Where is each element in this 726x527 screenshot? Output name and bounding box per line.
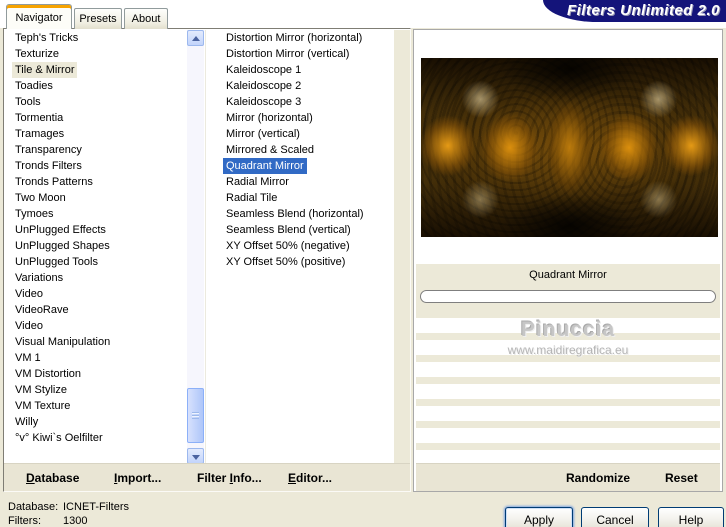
- navigator-panel: Teph's Tricks Texturize Tile & Mirror Toadi…: [3, 28, 411, 492]
- tab-about[interactable]: About: [124, 8, 168, 29]
- list-item[interactable]: Distortion Mirror (vertical): [206, 46, 394, 62]
- list-item[interactable]: Video: [5, 286, 186, 302]
- panel-gap: [394, 30, 410, 464]
- help-button[interactable]: Help: [658, 507, 724, 527]
- scroll-up-button[interactable]: [187, 30, 204, 46]
- list-item[interactable]: Kaleidoscope 3: [206, 94, 394, 110]
- app-title: Filters Unlimited 2.0: [566, 2, 720, 19]
- list-item[interactable]: Video: [5, 318, 186, 334]
- apply-button[interactable]: Apply: [505, 507, 573, 527]
- category-list[interactable]: Teph's Tricks Texturize Tile & Mirror Toadi…: [5, 30, 186, 446]
- tab-presets-label: Presets: [79, 13, 117, 25]
- list-item[interactable]: UnPlugged Tools: [5, 254, 186, 270]
- list-item[interactable]: Mirror (vertical): [206, 126, 394, 142]
- list-item[interactable]: Teph's Tricks: [5, 30, 186, 46]
- list-item[interactable]: Tronds Patterns: [5, 174, 186, 190]
- cancel-button[interactable]: Cancel: [581, 507, 649, 527]
- list-item[interactable]: Tormentia: [5, 110, 186, 126]
- status-filters: Filters: 1300: [8, 515, 87, 527]
- list-item[interactable]: XY Offset 50% (positive): [206, 254, 394, 270]
- list-item[interactable]: Willy: [5, 414, 186, 430]
- tab-about-label: About: [131, 13, 161, 25]
- list-item[interactable]: Seamless Blend (horizontal): [206, 206, 394, 222]
- preview-image: [421, 58, 718, 237]
- app-banner: Filters Unlimited 2.0: [543, 0, 726, 22]
- list-item[interactable]: Radial Tile: [206, 190, 394, 206]
- list-item[interactable]: Mirror (horizontal): [206, 110, 394, 126]
- list-item[interactable]: Quadrant Mirror: [206, 158, 394, 174]
- list-item[interactable]: Transparency: [5, 142, 186, 158]
- list-item[interactable]: VM Distortion: [5, 366, 186, 382]
- randomize-button[interactable]: Randomize: [566, 471, 630, 485]
- list-item[interactable]: UnPlugged Shapes: [5, 238, 186, 254]
- bottom-toolbar: Database Import... Filter Info... Editor…: [4, 463, 410, 491]
- selected-filter-label: Quadrant Mirror: [529, 269, 607, 281]
- list-item[interactable]: UnPlugged Effects: [5, 222, 186, 238]
- list-item[interactable]: Kaleidoscope 2: [206, 78, 394, 94]
- watermark-url: www.maidiregrafica.eu: [507, 343, 629, 357]
- category-scrollbar[interactable]: [187, 30, 204, 464]
- scroll-down-icon: [192, 455, 200, 460]
- list-item[interactable]: Visual Manipulation: [5, 334, 186, 350]
- list-item[interactable]: Distortion Mirror (horizontal): [206, 30, 394, 46]
- list-item[interactable]: VideoRave: [5, 302, 186, 318]
- list-item[interactable]: Texturize: [5, 46, 186, 62]
- import-button[interactable]: Import...: [114, 471, 161, 485]
- filter-info-button[interactable]: Filter Info...: [197, 471, 262, 485]
- status-database-value: ICNET-Filters: [63, 501, 129, 513]
- reset-button[interactable]: Reset: [665, 471, 698, 485]
- watermark-title: Pinuccia: [520, 318, 616, 341]
- list-item[interactable]: °v° Kiwi`s Oelfilter: [5, 430, 186, 446]
- list-item[interactable]: Tools: [5, 94, 186, 110]
- filters-unlimited-dialog: { "app": { "title": "Filters Unlimited 2…: [0, 0, 726, 527]
- list-item[interactable]: VM Texture: [5, 398, 186, 414]
- list-item[interactable]: VM Stylize: [5, 382, 186, 398]
- list-item[interactable]: XY Offset 50% (negative): [206, 238, 394, 254]
- filter-list[interactable]: Distortion Mirror (horizontal) Distortion…: [206, 30, 394, 270]
- list-item[interactable]: Tronds Filters: [5, 158, 186, 174]
- list-item[interactable]: Tymoes: [5, 206, 186, 222]
- status-filters-label: Filters:: [8, 515, 41, 527]
- list-item[interactable]: Variations: [5, 270, 186, 286]
- editor-button[interactable]: Editor...: [288, 471, 332, 485]
- database-button[interactable]: Database: [26, 471, 79, 485]
- status-filters-value: 1300: [63, 515, 88, 527]
- tab-navigator-label: Navigator: [15, 12, 63, 24]
- list-item[interactable]: Tile & Mirror: [5, 62, 186, 78]
- tab-presets[interactable]: Presets: [74, 8, 122, 29]
- parameter-area: Quadrant Mirror: [416, 264, 720, 318]
- preview-footer: Randomize Reset: [416, 463, 720, 491]
- list-item[interactable]: Radial Mirror: [206, 174, 394, 190]
- preview-panel: Quadrant Mirror Pinuccia www.maidiregraf…: [413, 29, 723, 492]
- list-item[interactable]: Seamless Blend (vertical): [206, 222, 394, 238]
- scroll-up-icon: [192, 36, 200, 41]
- status-database: Database: ICNET-Filters: [8, 501, 129, 513]
- list-item[interactable]: Two Moon: [5, 190, 186, 206]
- list-item[interactable]: Mirrored & Scaled: [206, 142, 394, 158]
- list-item[interactable]: Toadies: [5, 78, 186, 94]
- status-database-label: Database:: [8, 501, 59, 513]
- progress-bar: [420, 290, 716, 303]
- scroll-down-button[interactable]: [187, 448, 204, 464]
- tab-navigator[interactable]: Navigator: [6, 4, 72, 29]
- list-item[interactable]: Kaleidoscope 1: [206, 62, 394, 78]
- scrollbar-thumb[interactable]: [187, 388, 204, 443]
- list-item[interactable]: VM 1: [5, 350, 186, 366]
- list-item[interactable]: Tramages: [5, 126, 186, 142]
